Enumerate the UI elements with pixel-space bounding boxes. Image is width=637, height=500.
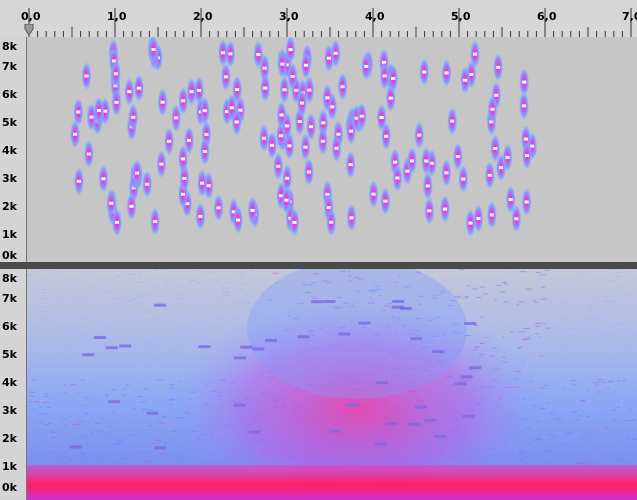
ruler-label-5: 5,0 — [451, 10, 471, 23]
freq-label-5k: 5k — [2, 116, 17, 129]
freq-label-1k: 1k — [2, 460, 17, 473]
freq-label-4k: 4k — [2, 376, 17, 389]
spectrogram-canvas-1 — [70, 37, 538, 238]
freq-label-8k: 8k — [2, 40, 17, 53]
freq-label-7k: 7k — [2, 60, 17, 73]
ruler-label-2: 2,0 — [193, 10, 213, 23]
freq-label-6k: 6k — [2, 88, 17, 101]
ruler-label-0: 0,0 — [21, 10, 41, 23]
frequency-ruler-track-2[interactable]: 8k 7k 6k 5k 4k 3k 2k 1k 0k — [0, 269, 27, 500]
freq-label-6k: 6k — [2, 320, 17, 333]
freq-label-4k: 4k — [2, 144, 17, 157]
spectrogram-track-2[interactable] — [27, 269, 637, 500]
freq-label-5k: 5k — [2, 348, 17, 361]
freq-label-8k: 8k — [2, 272, 17, 285]
freq-label-2k: 2k — [2, 432, 17, 445]
frequency-ruler-track-1[interactable]: 8k 7k 6k 5k 4k 3k 2k 1k 0k — [0, 37, 27, 262]
ruler-label-6: 6,0 — [537, 10, 557, 23]
freq-label-0k: 0k — [2, 249, 17, 262]
freq-label-3k: 3k — [2, 404, 17, 417]
ruler-label-3: 3,0 — [279, 10, 299, 23]
timeline-ruler[interactable]: 0,0 1,0 2,0 3,0 4,0 5,0 6,0 7,0 — [0, 0, 637, 37]
freq-label-3k: 3k — [2, 172, 17, 185]
freq-label-0k: 0k — [2, 481, 17, 494]
playhead-marker-icon[interactable] — [24, 24, 34, 36]
spectrogram-canvas-2 — [27, 269, 637, 500]
ruler-label-7: 7,0 — [622, 10, 637, 23]
spectrogram-track-1[interactable] — [27, 37, 637, 262]
ruler-label-1: 1,0 — [107, 10, 127, 23]
freq-label-2k: 2k — [2, 200, 17, 213]
freq-label-7k: 7k — [2, 292, 17, 305]
ruler-label-4: 4,0 — [365, 10, 385, 23]
track-separator — [0, 262, 637, 269]
freq-label-1k: 1k — [2, 228, 17, 241]
